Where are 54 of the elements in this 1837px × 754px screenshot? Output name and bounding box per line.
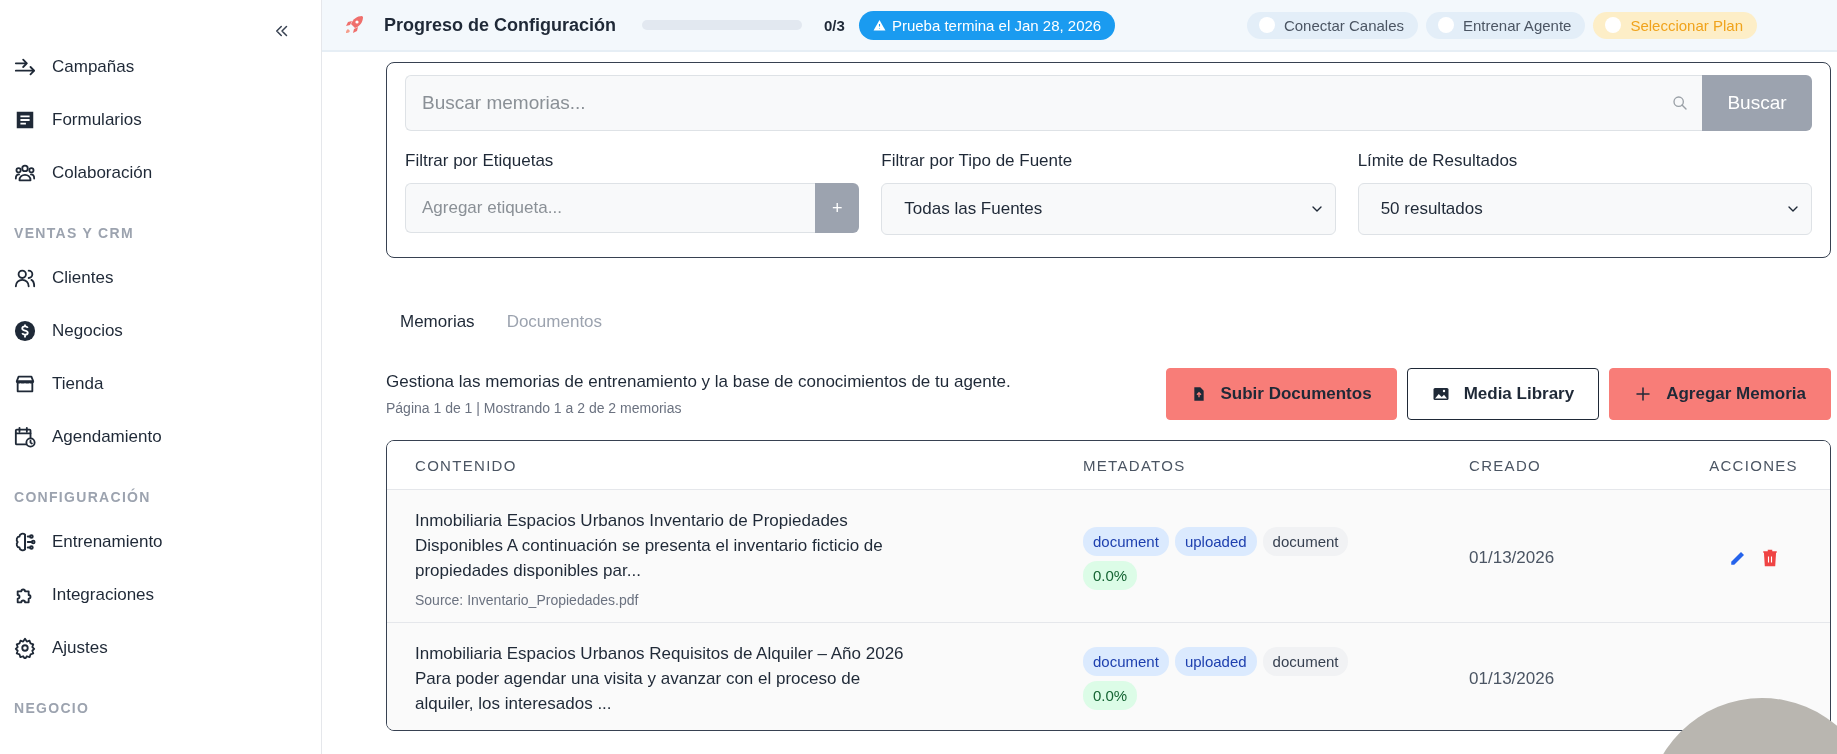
sidebar-item[interactable]: Clientes (0, 251, 321, 304)
image-icon (1431, 385, 1450, 403)
media-library-button[interactable]: Media Library (1406, 368, 1600, 420)
delete-icon[interactable] (1760, 549, 1779, 567)
section-heading: NEGOCIO (13, 699, 91, 718)
setup-step[interactable]: Conectar Canales (1246, 11, 1418, 39)
sidebar-item[interactable]: Entrenamiento (0, 515, 321, 568)
warning-icon (872, 18, 886, 32)
upload-button[interactable]: Subir Documentos (1165, 368, 1397, 420)
search-icon (1672, 95, 1688, 111)
sidebar-item[interactable]: Integraciones (0, 568, 321, 621)
add-memory-button[interactable]: Agregar Memoria (1609, 368, 1831, 420)
sidebar-item[interactable]: Campañas (0, 40, 321, 93)
select-field[interactable]: 50 resultados (1357, 183, 1812, 235)
sidebar-item[interactable]: Colaboración (0, 146, 321, 199)
memory-content: Inmobiliaria Espacios Urbanos Inventario de Propiedades Disponibles A continuación se presenta el inventario ficticio de propiedades disponibles par... (415, 510, 884, 582)
sidebar-item[interactable]: Formularios (0, 93, 321, 146)
brain-icon (14, 530, 36, 553)
tab[interactable]: Memorias (400, 306, 475, 338)
memory-content: Inmobiliaria Espacios Urbanos Requisitos de Alquiler – Año 2026 Para poder agendar una visita y avanzar con el proceso de alquiler, los interesados ... (415, 643, 905, 715)
description-text: Gestiona las memorias de entrenamiento y la base de conocimientos de tu agente. (386, 372, 1011, 392)
sidebar-item[interactable]: Tienda (0, 357, 321, 410)
plus-icon (1634, 385, 1653, 403)
settings-icon (14, 636, 36, 659)
pagination-text: Página 1 de 1 | Mostrando 1 a 2 de 2 memorias (386, 400, 683, 416)
filter-label: Filtrar por Tipo de Fuente (881, 151, 1074, 171)
progress-count: 0/3 (824, 16, 845, 34)
setup-title: Progreso de Configuración (384, 14, 617, 36)
sidebar-item[interactable]: Ajustes (0, 621, 321, 674)
calendar-clock-icon (14, 425, 36, 448)
source-text: Source: Inventario_Propiedades.pdf (415, 592, 640, 608)
search-field[interactable]: Buscar memorias... (405, 75, 1702, 131)
metadata-tag: document (1262, 526, 1349, 556)
setup-step[interactable]: Entrenar Agente (1426, 11, 1586, 39)
sidebar-item[interactable]: Agendamiento (0, 410, 321, 463)
metadata-tag: document (1083, 647, 1169, 676)
section-heading: CONFIGURACIÓN (13, 487, 152, 507)
metadata-tag: 0.0% (1083, 681, 1138, 710)
created-date: 01/13/2026 (1469, 548, 1555, 567)
metadata-tag: 0.0% (1083, 560, 1138, 590)
metadata-tag: uploaded (1174, 526, 1257, 556)
created-date: 01/13/2026 (1469, 668, 1555, 688)
tag-input[interactable]: Agregar etiqueta... (405, 183, 816, 233)
dollar-icon (14, 319, 36, 342)
edit-icon[interactable] (1728, 549, 1747, 567)
metadata-tag: uploaded (1174, 647, 1257, 676)
trial-badge: Prueba termina el Jan 28, 2026 (858, 10, 1116, 40)
section-heading: VENTAS Y CRM (13, 224, 135, 243)
select-field[interactable]: Todas las Fuentes (881, 183, 1336, 235)
sidebar-item[interactable]: Negocios (0, 304, 321, 357)
metadata-tag: document (1083, 526, 1169, 556)
filter-label: Límite de Resultados (1357, 151, 1519, 171)
filter-label: Filtrar por Etiquetas (405, 151, 555, 171)
metadata-tag: document (1262, 647, 1349, 676)
